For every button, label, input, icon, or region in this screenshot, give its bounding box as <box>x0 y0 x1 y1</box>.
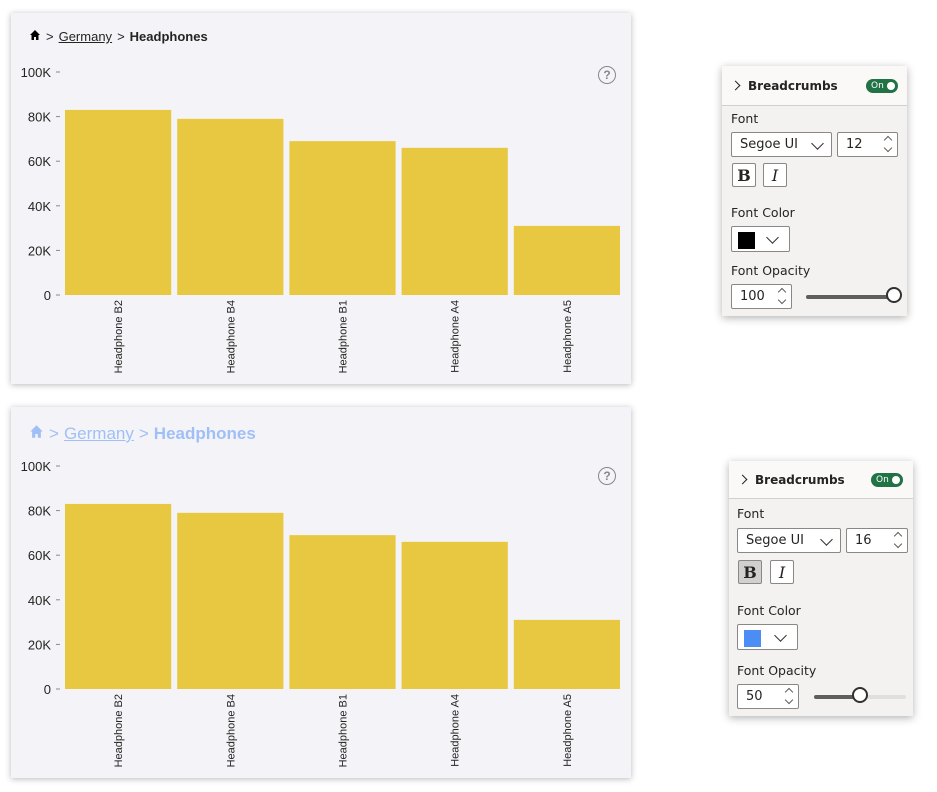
section-title: Breadcrumbs <box>755 472 845 487</box>
bar-chart-visual-top[interactable]: > Germany > Headphones ? 0 20K 40K 60K 80K 10… <box>11 13 631 384</box>
spinner-icon[interactable] <box>784 685 794 708</box>
font-size-value: 16 <box>855 533 872 548</box>
slider-handle[interactable] <box>852 687 868 703</box>
bar[interactable] <box>401 541 508 689</box>
italic-button[interactable]: I <box>770 560 794 584</box>
x-tick-label: Headphone B4 <box>225 300 237 373</box>
y-tick-label: 100K <box>21 65 52 80</box>
toggle-knob <box>892 476 900 484</box>
y-tick-label: 40K <box>28 199 51 214</box>
y-tick-label: 0 <box>44 288 51 303</box>
bold-button[interactable]: B <box>738 560 762 584</box>
x-tick-label: Headphone A5 <box>562 694 574 767</box>
font-color-picker[interactable] <box>731 226 790 252</box>
toggle-knob <box>887 82 895 90</box>
font-size-stepper[interactable]: 16 <box>846 528 908 553</box>
slider-fill <box>806 295 894 299</box>
font-opacity-value: 50 <box>746 689 763 704</box>
bar-chart: 0 20K 40K 60K 80K 100K Headphone B2 Headphone B… <box>21 459 620 767</box>
toggle-label: On <box>871 81 884 91</box>
y-tick-label: 80K <box>28 110 51 125</box>
section-header[interactable]: Breadcrumbs On <box>729 461 913 499</box>
section-title: Breadcrumbs <box>748 78 838 93</box>
opacity-slider[interactable] <box>806 287 902 303</box>
bold-button[interactable]: B <box>732 163 756 187</box>
bar[interactable] <box>177 118 284 295</box>
slider-handle[interactable] <box>886 287 902 303</box>
font-opacity-label: Font Opacity <box>731 263 811 278</box>
font-color-label: Font Color <box>737 603 801 618</box>
x-tick-label: Headphone A5 <box>562 300 574 373</box>
font-size-stepper[interactable]: 12 <box>837 132 898 157</box>
italic-button[interactable]: I <box>763 163 787 187</box>
spinner-icon[interactable] <box>883 133 893 156</box>
x-tick-label: Headphone B2 <box>113 300 125 373</box>
chevron-right-icon[interactable] <box>730 80 741 91</box>
section-header[interactable]: Breadcrumbs On <box>722 66 907 106</box>
y-tick-label: 60K <box>28 154 51 169</box>
font-opacity-stepper[interactable]: 50 <box>737 684 799 709</box>
bar[interactable] <box>289 535 396 689</box>
y-tick-label: 80K <box>28 504 51 519</box>
x-tick-label: Headphone A4 <box>450 694 462 767</box>
x-tick-label: Headphone B4 <box>225 694 237 767</box>
toggle-label: On <box>876 475 889 485</box>
bar[interactable] <box>65 503 172 689</box>
bar-chart-visual-bottom[interactable]: > Germany > Headphones ? 0 20K 40K 60K 80K 10… <box>11 407 631 778</box>
y-tick-label: 0 <box>44 682 51 697</box>
font-opacity-label: Font Opacity <box>737 663 817 678</box>
format-panel-breadcrumbs: Breadcrumbs On Font Segoe UI 12 B I Font… <box>722 66 907 316</box>
y-tick-label: 100K <box>21 459 52 474</box>
x-tick-label: Headphone B1 <box>338 300 350 373</box>
spinner-icon[interactable] <box>777 285 787 308</box>
italic-label: I <box>771 165 779 185</box>
font-family-value: Segoe UI <box>746 533 804 548</box>
breadcrumbs-toggle[interactable]: On <box>866 79 898 93</box>
chevron-down-icon <box>774 629 787 642</box>
y-tick-label: 40K <box>28 593 51 608</box>
bar[interactable] <box>289 141 396 295</box>
bar[interactable] <box>513 225 620 295</box>
font-label: Font <box>737 506 765 521</box>
color-swatch <box>744 630 761 647</box>
font-opacity-value: 100 <box>740 289 765 304</box>
chevron-down-icon <box>766 231 779 244</box>
bold-label: B <box>743 562 757 582</box>
color-swatch <box>738 232 755 249</box>
x-tick-label: Headphone B2 <box>113 694 125 767</box>
font-label: Font <box>731 111 759 126</box>
italic-label: I <box>778 562 786 582</box>
y-tick-label: 20K <box>28 637 51 652</box>
font-size-value: 12 <box>846 137 863 152</box>
y-tick-label: 60K <box>28 548 51 563</box>
bar[interactable] <box>177 512 284 689</box>
chevron-down-icon <box>811 137 824 150</box>
opacity-slider[interactable] <box>814 687 906 703</box>
y-tick-label: 20K <box>28 243 51 258</box>
breadcrumbs-toggle[interactable]: On <box>871 473 903 487</box>
font-opacity-stepper[interactable]: 100 <box>731 284 792 309</box>
font-family-dropdown[interactable]: Segoe UI <box>731 132 832 157</box>
format-panel-breadcrumbs: Breadcrumbs On Font Segoe UI 16 B I Font… <box>729 461 913 716</box>
spinner-icon[interactable] <box>893 529 903 552</box>
x-tick-label: Headphone A4 <box>450 300 462 373</box>
bar[interactable] <box>65 109 172 295</box>
bold-label: B <box>737 165 751 185</box>
font-family-dropdown[interactable]: Segoe UI <box>737 528 841 553</box>
chevron-right-icon[interactable] <box>737 474 748 485</box>
bar[interactable] <box>513 619 620 689</box>
font-family-value: Segoe UI <box>740 137 798 152</box>
font-color-picker[interactable] <box>737 624 798 650</box>
chevron-down-icon <box>820 533 833 546</box>
bar-chart: 0 20K 40K 60K 80K 100K Headphone B2 Headphone B… <box>21 65 620 373</box>
font-color-label: Font Color <box>731 205 795 220</box>
x-tick-label: Headphone B1 <box>338 694 350 767</box>
bar[interactable] <box>401 147 508 295</box>
